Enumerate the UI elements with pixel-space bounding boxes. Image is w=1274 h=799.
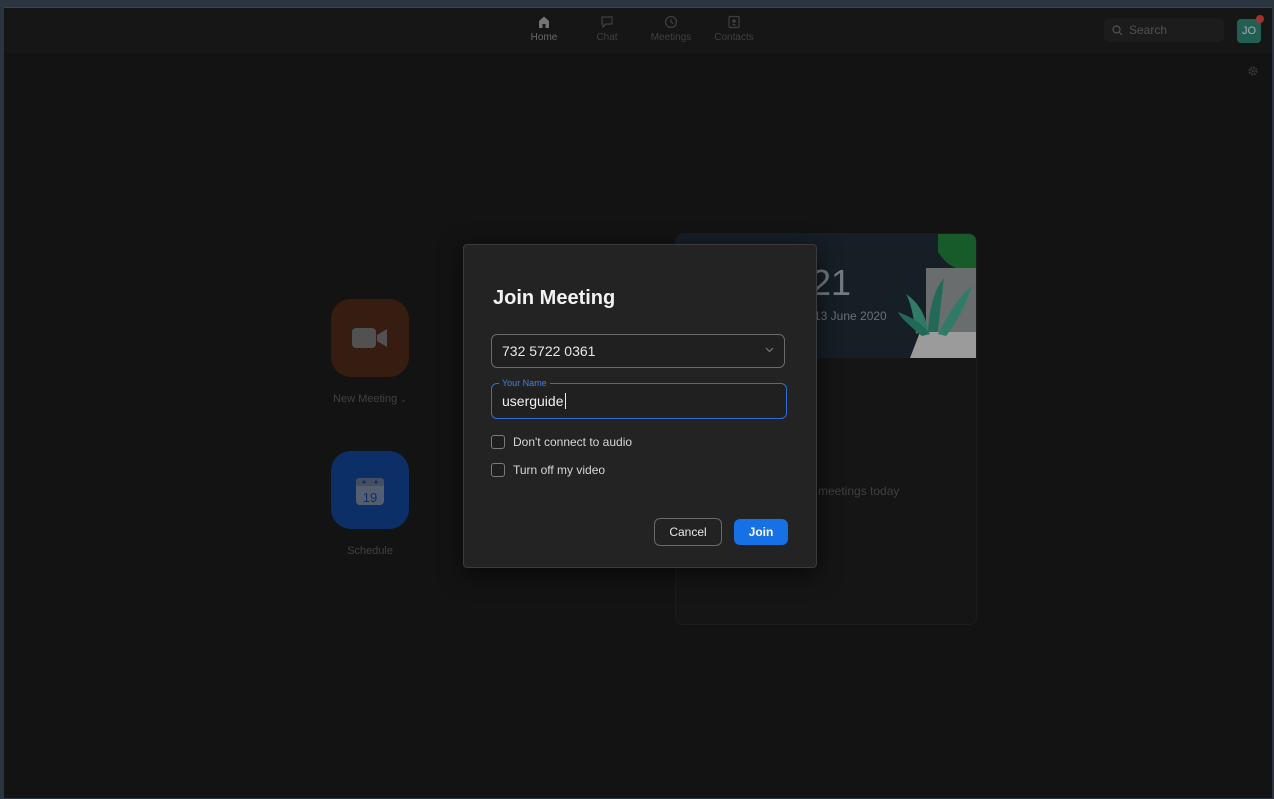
name-field[interactable]: Your Name userguide [491,378,787,419]
join-button[interactable]: Join [734,519,788,545]
video-option[interactable]: Turn off my video [491,463,605,477]
meeting-id-value: 732 5722 0361 [502,343,596,359]
zoom-window: Home Chat Meetings Contacts Search JO Ne… [4,7,1272,798]
cancel-button[interactable]: Cancel [654,518,722,546]
chevron-down-icon[interactable] [765,347,774,353]
name-field-value: userguide [502,393,564,409]
text-caret [564,393,566,409]
audio-option-label: Don't connect to audio [513,435,633,449]
video-checkbox[interactable] [491,463,505,477]
meeting-id-field[interactable]: 732 5722 0361 [491,334,785,368]
audio-checkbox[interactable] [491,435,505,449]
dialog-title: Join Meeting [493,287,616,309]
video-option-label: Turn off my video [513,463,606,477]
name-field-label: Your Name [499,378,550,388]
audio-option[interactable]: Don't connect to audio [491,435,632,449]
join-meeting-dialog: Join Meeting 732 5722 0361 Your Name use… [463,244,817,568]
